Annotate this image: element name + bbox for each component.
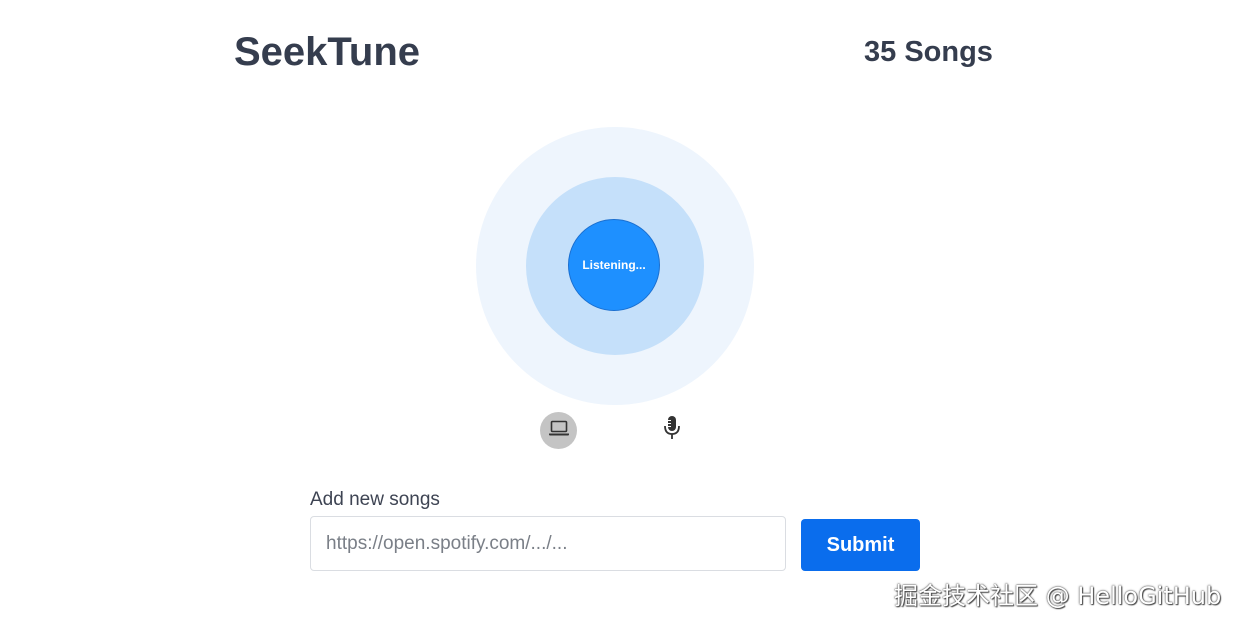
screen-audio-source-button[interactable] — [540, 412, 577, 449]
microphone-icon — [663, 415, 681, 446]
laptop-icon — [548, 419, 570, 442]
listen-button[interactable]: Listening... — [568, 219, 660, 311]
watermark: 掘金技术社区 @ HelloGitHub — [894, 582, 1222, 610]
add-songs-label: Add new songs — [310, 489, 440, 510]
microphone-source-button[interactable] — [653, 412, 690, 449]
page: SeekTune 35 Songs Listening... Add new s… — [0, 0, 1247, 629]
song-count: 35 Songs — [864, 36, 993, 68]
listen-button-label: Listening... — [582, 258, 646, 272]
submit-button[interactable]: Submit — [801, 519, 920, 571]
app-title: SeekTune — [234, 30, 420, 74]
spotify-url-input[interactable] — [310, 516, 786, 571]
